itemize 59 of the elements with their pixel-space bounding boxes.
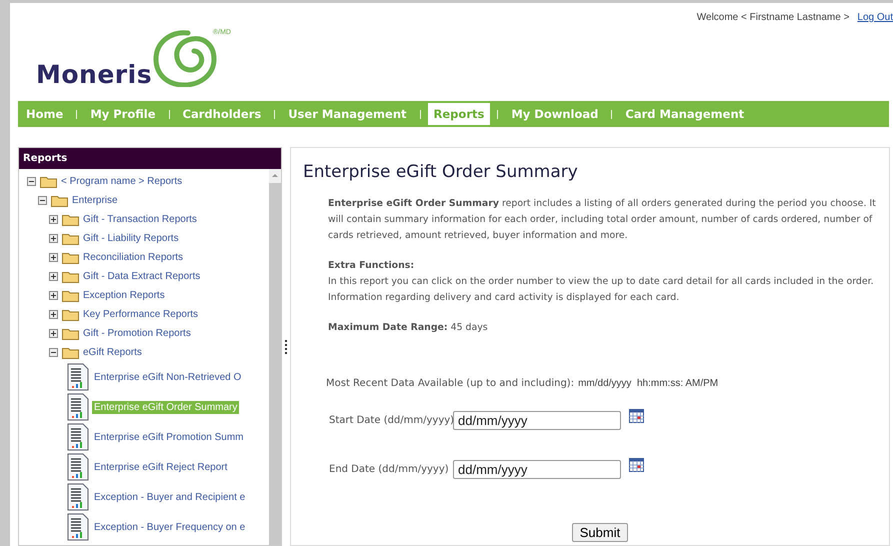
- folder-icon: [51, 194, 68, 207]
- report-chart-icon: [67, 513, 89, 541]
- expand-icon[interactable]: [49, 253, 58, 262]
- folder-icon: [62, 289, 79, 302]
- tree-folder-label[interactable]: Gift - Data Extract Reports: [83, 271, 200, 282]
- tree-folder-label[interactable]: Exception Reports: [83, 290, 165, 301]
- date-label: End Date (dd/mm/yyyy): [329, 464, 449, 475]
- expand-icon[interactable]: [49, 310, 58, 319]
- date-input[interactable]: dd/mm/yyyy: [453, 460, 621, 479]
- collapse-icon[interactable]: [49, 348, 58, 357]
- folder-icon: [40, 175, 57, 188]
- expand-icon[interactable]: [49, 329, 58, 338]
- folder-icon: [62, 232, 79, 245]
- folder-icon: [62, 327, 79, 340]
- report-chart-icon: [67, 423, 89, 451]
- logo-wordmark: Moneris: [36, 60, 152, 89]
- tree-folder-label[interactable]: Reconciliation Reports: [83, 252, 184, 263]
- report-link[interactable]: Enterprise eGift Non-Retrieved O: [92, 370, 244, 384]
- report-link[interactable]: Enterprise eGift Reject Report: [92, 460, 230, 474]
- tree-folder-label[interactable]: < Program name > Reports: [61, 176, 182, 187]
- report-link[interactable]: Exception - Buyer and Recipient e: [92, 490, 248, 504]
- report-link[interactable]: Enterprise eGift Promotion Summ: [92, 430, 246, 444]
- tree-folder-label[interactable]: Key Performance Reports: [83, 309, 198, 320]
- welcome-text: Welcome < Firstname Lastname >: [696, 12, 850, 23]
- recent-data-value: mm/dd/yyyy hh:mm:ss: AM/PM: [578, 378, 718, 389]
- date-input[interactable]: dd/mm/yyyy: [453, 411, 621, 430]
- expand-icon[interactable]: [49, 234, 58, 243]
- page-title: Enterprise eGift Order Summary: [303, 162, 579, 182]
- report-chart-icon: [67, 393, 89, 421]
- calendar-icon[interactable]: [629, 458, 644, 472]
- expand-icon[interactable]: [49, 272, 58, 281]
- description-text: Enterprise eGift Order Summary report includes a listing of all orders generated during the period you choose. It will contain summary information for each order, including total order amount, number of cards ordered, number of cards retrieved, amount retrieved, buyer information and more.: [328, 197, 877, 243]
- submit-button[interactable]: Submit: [572, 523, 628, 542]
- recent-data-label: Most Recent Data Available (up to and including):: [326, 378, 574, 389]
- logout-link[interactable]: Log Out: [857, 12, 893, 23]
- tree-folder-label[interactable]: Gift - Liability Reports: [83, 233, 179, 244]
- collapse-icon[interactable]: [27, 177, 36, 186]
- sidebar-title: Reports: [19, 148, 281, 169]
- collapse-icon[interactable]: [38, 196, 47, 205]
- max-range-text: Maximum Date Range: 45 days: [328, 321, 489, 335]
- report-chart-icon: [67, 453, 89, 481]
- report-chart-icon: [67, 483, 89, 511]
- folder-icon: [62, 346, 79, 359]
- tree-folder-label[interactable]: Gift - Transaction Reports: [83, 214, 197, 225]
- expand-icon[interactable]: [49, 215, 58, 224]
- folder-icon: [62, 308, 79, 321]
- report-chart-icon: [67, 363, 89, 391]
- tree-folder-label[interactable]: eGift Reports: [83, 347, 142, 358]
- section-heading: Extra Functions:: [328, 259, 416, 273]
- extra-functions-text: In this report you can click on the order number to view the up to date card detail for all cards included in the order. Information regarding delivery and card activity is displayed for each card.: [328, 275, 875, 305]
- folder-icon: [62, 251, 79, 264]
- expand-icon[interactable]: [49, 291, 58, 300]
- calendar-icon[interactable]: [629, 409, 644, 423]
- tree-folder-label[interactable]: Gift - Promotion Reports: [83, 328, 191, 339]
- report-link[interactable]: Exception - Buyer Frequency on e: [92, 520, 248, 534]
- folder-icon: [62, 213, 79, 226]
- folder-icon: [62, 270, 79, 283]
- tree-folder-label[interactable]: Enterprise: [72, 195, 118, 206]
- scrollbar[interactable]: [269, 169, 281, 545]
